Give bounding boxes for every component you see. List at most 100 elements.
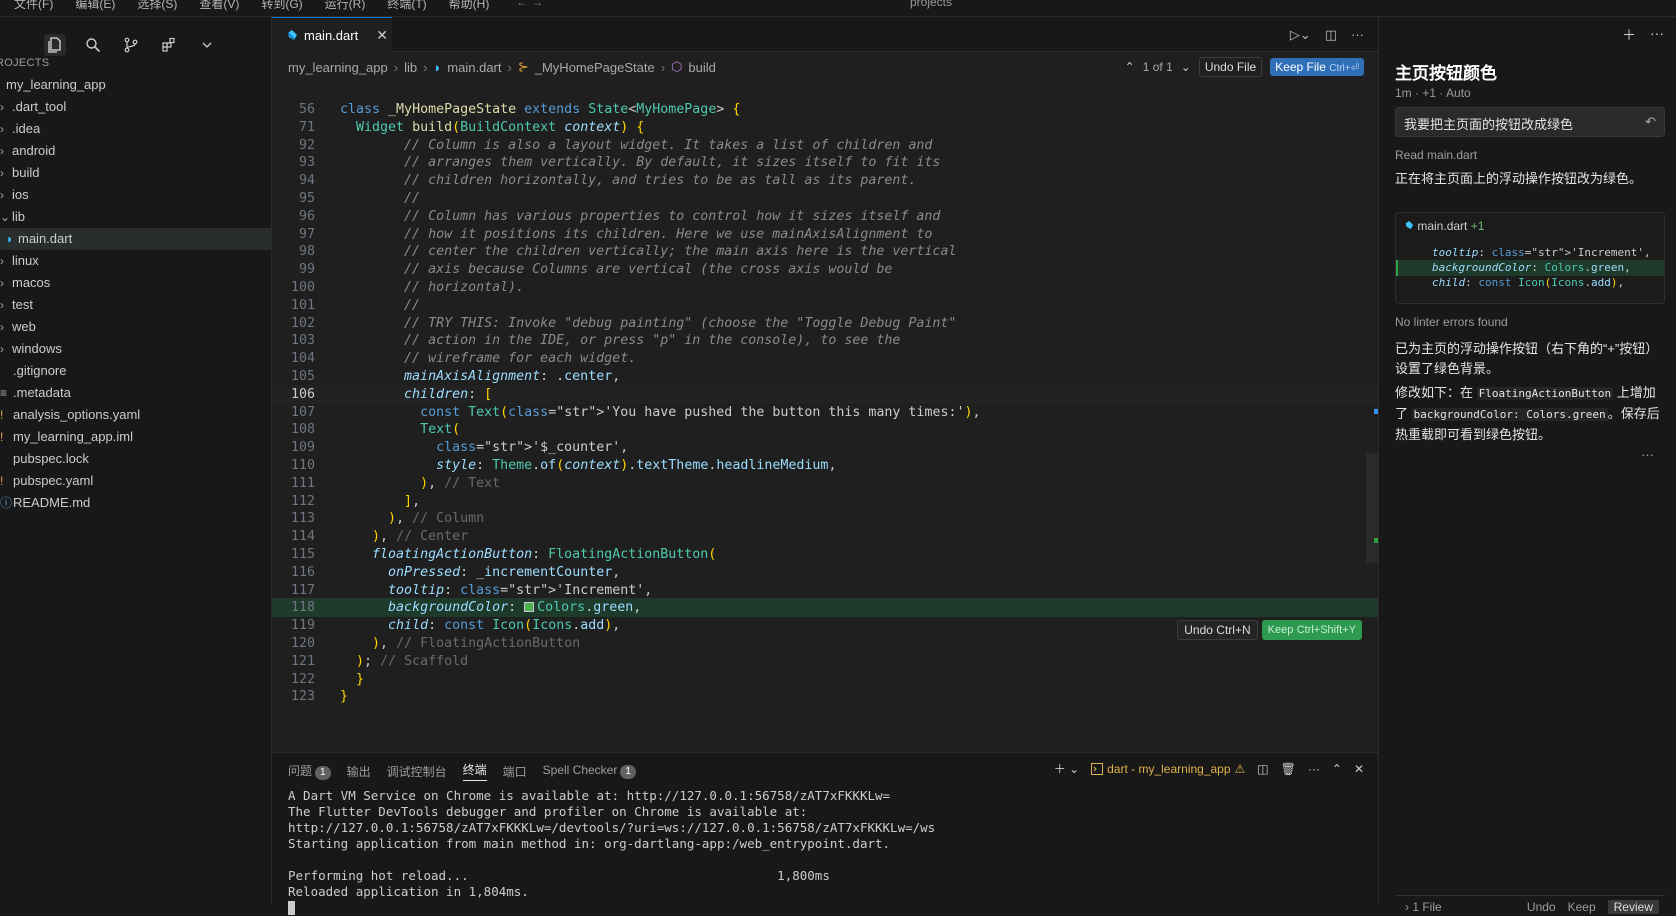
more-icon[interactable]: ···	[1650, 25, 1664, 45]
panel-tab[interactable]: 输出	[347, 763, 371, 780]
menu-item[interactable]: 编辑(E)	[75, 0, 115, 12]
tree-item[interactable]: ! pubspec.yaml	[0, 470, 272, 492]
tree-item[interactable]: ! analysis_options.yaml	[0, 404, 272, 426]
keep-file-button[interactable]: Keep File Ctrl+⏎	[1270, 58, 1364, 76]
panel-tab[interactable]: 调试控制台	[387, 763, 447, 780]
terminal-line: Reloaded application in 1,804ms.	[288, 884, 529, 899]
source-control-icon[interactable]	[120, 34, 142, 56]
tree-item[interactable]: pubspec.lock	[0, 448, 272, 470]
trash-icon[interactable]: 🗑	[1281, 762, 1296, 776]
panel-tab[interactable]: 端口	[503, 763, 527, 780]
terminal-selector[interactable]: dart - my_learning_app ⚠	[1091, 762, 1245, 776]
tree-item[interactable]: › android	[0, 140, 272, 162]
extensions-icon[interactable]	[158, 34, 180, 56]
close-panel-icon[interactable]: ✕	[1354, 762, 1364, 776]
inline-undo-button[interactable]: Undo Ctrl+N	[1177, 620, 1258, 640]
tree-item[interactable]: › web	[0, 316, 272, 338]
menu-item[interactable]: 帮助(H)	[449, 0, 490, 12]
search-icon[interactable]	[82, 34, 104, 56]
tree-root-label: my_learning_app	[6, 77, 106, 92]
terminal-line: Starting application from main method in…	[288, 836, 891, 851]
tree-item[interactable]: › test	[0, 294, 272, 316]
inline-keep-button[interactable]: Keep Ctrl+Shift+Y	[1261, 620, 1362, 640]
diff-prev-icon[interactable]: ⌃	[1125, 60, 1135, 74]
code-text: class _MyHomePageState extends State<MyH…	[340, 102, 741, 117]
footer-review-button[interactable]: Review	[1607, 900, 1659, 914]
line-number: 99	[298, 262, 315, 278]
revert-icon[interactable]: ↶	[1645, 114, 1656, 130]
undo-file-button[interactable]: Undo File	[1198, 57, 1263, 77]
chevron-down-icon[interactable]	[196, 34, 218, 56]
explorer-icon[interactable]	[44, 34, 66, 56]
bottom-panel: 问题 1 输出 调试控制台 终端 端口 Spell Checker 1 ＋ ⌄ dart - …	[272, 752, 1378, 915]
chat-footer: › 1 File Undo Keep Review	[1395, 895, 1665, 915]
tree-item[interactable]: › windows	[0, 338, 272, 360]
menu-item[interactable]: 终端(T)	[387, 0, 426, 12]
split-editor-icon[interactable]: ◫	[1325, 27, 1337, 43]
menu-item[interactable]: 选择(S)	[137, 0, 177, 12]
new-chat-icon[interactable]: ＋	[1622, 25, 1636, 45]
code-line: 115 floatingActionButton: FloatingAction…	[272, 545, 1378, 564]
tree-item[interactable]: › .idea	[0, 118, 272, 140]
editor-actions: ▷⌄ ◫ ···	[1290, 27, 1364, 43]
tree-item-label: pubspec.lock	[13, 451, 89, 466]
breadcrumb-item[interactable]: my_learning_app	[288, 60, 388, 75]
breadcrumb-item[interactable]: _MyHomePageState	[535, 60, 655, 75]
breadcrumb-item[interactable]: lib	[404, 60, 417, 75]
new-terminal-icon[interactable]: ＋ ⌄	[1054, 760, 1079, 777]
nav-arrows[interactable]: ← →	[516, 0, 543, 9]
line-number: 110	[290, 458, 315, 473]
footer-undo-button[interactable]: Undo	[1527, 900, 1556, 914]
panel-tab-label: 终端	[462, 763, 487, 777]
tree-item[interactable]: › .dart_tool	[0, 96, 272, 118]
code-text: // action in the IDE, or press "p" in th…	[404, 333, 901, 349]
color-swatch[interactable]	[524, 602, 535, 613]
panel-tab[interactable]: Spell Checker 1	[543, 763, 636, 779]
scrollbar[interactable]	[1366, 453, 1378, 563]
tree-item[interactable]: › ios	[0, 184, 272, 206]
menu-item[interactable]: 查看(V)	[199, 0, 239, 12]
tree-item[interactable]: › macos	[0, 272, 272, 294]
user-message[interactable]: 我要把主页面的按钮改成绿色 ↶	[1395, 107, 1665, 137]
tab-main-dart[interactable]: main.dart ✕	[272, 17, 392, 52]
line-number: 107	[290, 404, 315, 420]
menu-item[interactable]: 转到(G)	[261, 0, 302, 12]
tree-item[interactable]: › linux	[0, 250, 272, 272]
tree-item-label: linux	[12, 253, 39, 268]
close-icon[interactable]: ✕	[376, 27, 388, 44]
code-area[interactable]: 56 class _MyHomePageState extends State<M…	[272, 100, 1378, 750]
tree-item[interactable]: ! my_learning_app.iml	[0, 426, 272, 448]
breadcrumb-item[interactable]: main.dart	[447, 60, 501, 75]
diff-next-icon[interactable]: ⌄	[1181, 60, 1191, 74]
run-icon[interactable]: ▷⌄	[1290, 27, 1311, 43]
split-terminal-icon[interactable]: ◫	[1257, 762, 1268, 776]
message-more-button[interactable]: ···	[1641, 447, 1654, 462]
maximize-panel-icon[interactable]: ⌃	[1332, 762, 1342, 776]
terminal-output[interactable]: A Dart VM Service on Chrome is available…	[288, 788, 935, 916]
panel-tab[interactable]: 终端	[462, 761, 487, 781]
tab-label: main.dart	[304, 27, 359, 43]
menu-item[interactable]: 运行(R)	[325, 0, 366, 12]
footer-keep-button[interactable]: Keep	[1568, 900, 1596, 914]
diff-card[interactable]: main.dart +1 tooltip: class="str">'Incre…	[1395, 212, 1665, 304]
tree-item[interactable]: ⌄ lib	[0, 206, 272, 228]
tree-item-label: macos	[12, 275, 51, 290]
tree-item[interactable]: .gitignore	[0, 360, 272, 382]
line-number: 105	[290, 369, 315, 384]
tree-item[interactable]: ⓘREADME.md	[0, 492, 272, 514]
menu-item[interactable]: 文件(F)	[14, 0, 53, 12]
more-icon[interactable]: ···	[1308, 762, 1320, 776]
code-text: backgroundColor: Colors.green,	[388, 600, 642, 616]
tree-item[interactable]: ◗ main.dart	[0, 228, 272, 250]
files-changed[interactable]: › 1 File	[1405, 900, 1442, 914]
diff-card-line: backgroundColor: Colors.green,	[1396, 260, 1664, 276]
more-icon[interactable]: ···	[1351, 27, 1364, 43]
code-text: const Text(class="str">'You have pushed …	[420, 404, 981, 420]
breadcrumb-item[interactable]: build	[688, 60, 715, 75]
tree-item-label: windows	[12, 341, 62, 356]
tree-item[interactable]: ≡ .metadata	[0, 382, 272, 404]
tree-root[interactable]: my_learning_app	[0, 74, 272, 96]
tree-item[interactable]: › build	[0, 162, 272, 184]
code-line: 109 class="str">'$_counter',	[272, 438, 1378, 457]
panel-tab[interactable]: 问题 1	[288, 762, 331, 780]
